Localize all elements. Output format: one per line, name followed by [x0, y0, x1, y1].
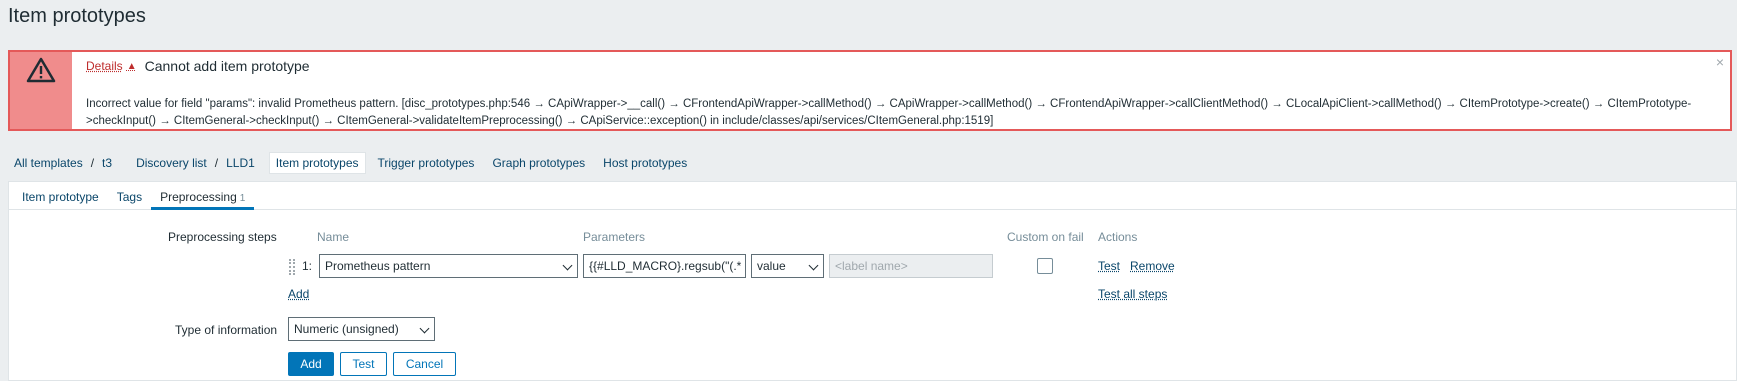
type-of-information-select[interactable]: Numeric (unsigned)	[288, 317, 435, 341]
add-step-link[interactable]: Add	[288, 287, 309, 301]
breadcrumb-all-templates[interactable]: All templates	[8, 153, 89, 173]
label-name-input[interactable]: <label name>	[829, 254, 993, 278]
breadcrumb-separator: /	[90, 156, 95, 170]
chevron-down-icon	[562, 260, 573, 271]
breadcrumb: All templates / t3 Discovery list / LLD1…	[8, 152, 693, 174]
triangle-up-icon: ▲	[126, 60, 137, 72]
step-number: 1:	[302, 259, 313, 273]
page-title: Item prototypes	[8, 5, 146, 27]
breadcrumb-trigger-prototypes[interactable]: Trigger prototypes	[372, 153, 481, 173]
chevron-down-icon	[808, 260, 819, 271]
column-parameters: Parameters	[583, 230, 646, 244]
test-button[interactable]: Test	[340, 352, 387, 376]
test-step-link[interactable]: Test	[1098, 259, 1120, 273]
value-type-value: value	[757, 259, 786, 273]
column-actions: Actions	[1098, 230, 1138, 244]
breadcrumb-discovery-list[interactable]: Discovery list	[130, 153, 213, 173]
close-icon[interactable]: ×	[1716, 54, 1724, 70]
tab-preprocessing[interactable]: Preprocessing 1	[151, 182, 255, 210]
custom-on-fail-checkbox[interactable]	[1037, 258, 1053, 274]
form-panel: Item prototype Tags Preprocessing 1 Prepr…	[8, 181, 1737, 381]
tab-item-prototype[interactable]: Item prototype	[13, 182, 108, 209]
value-type-select[interactable]: value	[751, 254, 824, 278]
tab-preprocessing-label: Preprocessing	[160, 190, 237, 204]
message-detail: Incorrect value for field "params": inva…	[86, 98, 1692, 127]
step-name-value: Prometheus pattern	[325, 259, 431, 273]
warning-icon	[26, 57, 56, 83]
remove-step-link[interactable]: Remove	[1130, 259, 1175, 273]
tab-preprocessing-count: 1	[239, 193, 246, 204]
breadcrumb-host-prototypes[interactable]: Host prototypes	[597, 153, 693, 173]
message-content: Details ▲ Cannot add item prototype Inco…	[72, 52, 1730, 129]
drag-handle-icon[interactable]	[289, 259, 295, 275]
step-parameter-input[interactable]: {{#LLD_MACRO}.regsub("(.*	[583, 254, 746, 278]
test-all-steps-link[interactable]: Test all steps	[1098, 287, 1167, 301]
breadcrumb-template[interactable]: t3	[96, 153, 118, 173]
breadcrumb-item-prototypes[interactable]: Item prototypes	[268, 152, 366, 174]
tab-tags[interactable]: Tags	[108, 182, 151, 209]
type-of-information-value: Numeric (unsigned)	[294, 322, 399, 336]
message-title: Cannot add item prototype	[144, 58, 310, 74]
details-label: Details	[86, 59, 123, 73]
details-toggle[interactable]: Details ▲	[86, 59, 137, 73]
cancel-button[interactable]: Cancel	[393, 352, 456, 376]
preprocessing-steps-label: Preprocessing steps	[168, 230, 277, 244]
add-button[interactable]: Add	[288, 352, 334, 376]
error-message-box: Details ▲ Cannot add item prototype Inco…	[8, 50, 1732, 131]
tab-bar: Item prototype Tags Preprocessing 1	[9, 182, 1736, 210]
message-icon-area	[10, 52, 72, 129]
column-name: Name	[317, 230, 350, 244]
column-custom-on-fail: Custom on fail	[1007, 230, 1084, 244]
chevron-down-icon	[419, 323, 430, 334]
breadcrumb-separator: /	[214, 156, 219, 170]
breadcrumb-lld[interactable]: LLD1	[220, 153, 261, 173]
step-name-select[interactable]: Prometheus pattern	[319, 254, 578, 278]
breadcrumb-graph-prototypes[interactable]: Graph prototypes	[486, 153, 591, 173]
type-of-information-label: Type of information	[175, 323, 278, 337]
